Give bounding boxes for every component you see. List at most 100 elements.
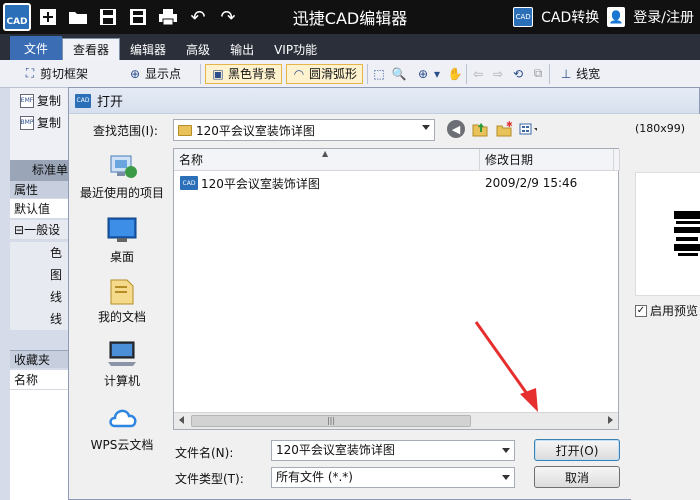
open-file-dialog: CAD 打开 查找范围(I): 120平会议室装饰详图 ◀ ✱ 最近使用的项目 bbox=[68, 87, 700, 500]
clip-frame-button[interactable]: ⛶ 剪切框架 bbox=[18, 64, 93, 84]
user-icon: 👤 bbox=[607, 7, 626, 27]
favorites-list bbox=[10, 390, 70, 500]
preview-image bbox=[635, 172, 700, 296]
cloud-icon bbox=[107, 404, 137, 432]
arrow-left-icon[interactable]: ⇦ bbox=[471, 67, 485, 81]
print-icon[interactable] bbox=[155, 4, 181, 30]
tab-output[interactable]: 输出 bbox=[220, 38, 264, 60]
checkmark-icon[interactable]: ✓ bbox=[635, 304, 647, 317]
documents-folder-icon bbox=[107, 276, 137, 305]
red-arrow-annotation bbox=[474, 321, 538, 412]
login-register-link[interactable]: 登录/注册 bbox=[633, 7, 694, 27]
scroll-right-icon[interactable] bbox=[608, 416, 613, 424]
cad-convert-icon: CAD bbox=[513, 7, 534, 27]
favorites-header: 收藏夹 bbox=[10, 350, 70, 368]
ribbon-divider bbox=[367, 63, 369, 84]
place-recent[interactable]: 最近使用的项目 bbox=[77, 152, 167, 201]
bmp-icon: BMP bbox=[20, 115, 34, 130]
svg-text:✱: ✱ bbox=[506, 121, 513, 129]
crosshair-icon: ⊕ bbox=[129, 66, 141, 81]
preview-size-label: (180x99) bbox=[635, 122, 686, 135]
look-in-label: 查找范围(I): bbox=[93, 124, 158, 138]
tab-advanced[interactable]: 高级 bbox=[176, 38, 220, 60]
show-points-button[interactable]: ⊕ 显示点 bbox=[123, 64, 186, 84]
property-row[interactable]: 线 bbox=[10, 286, 70, 308]
dialog-nav-toolbar: ◀ ✱ bbox=[447, 120, 537, 138]
sort-asc-icon: ▲ bbox=[322, 149, 329, 158]
place-computer[interactable]: 计算机 bbox=[77, 340, 167, 389]
redo-icon[interactable]: ↷ bbox=[215, 4, 241, 30]
tab-vip[interactable]: VIP功能 bbox=[264, 38, 327, 60]
place-desktop[interactable]: 桌面 bbox=[77, 216, 167, 265]
place-wps-cloud[interactable]: WPS云文档 bbox=[77, 404, 167, 453]
column-modified-date[interactable]: 修改日期 bbox=[480, 149, 614, 171]
pan-hand-icon[interactable]: ✋ bbox=[448, 67, 463, 81]
enable-preview-checkbox[interactable]: ✓ 启用预览 bbox=[635, 302, 698, 319]
file-row[interactable]: CAD 120平会议室装饰详图 2009/2/9 15:46 bbox=[174, 173, 618, 193]
place-documents[interactable]: 我的文档 bbox=[77, 276, 167, 325]
computer-icon bbox=[107, 340, 137, 368]
tab-editor[interactable]: 编辑器 bbox=[120, 38, 176, 60]
left-panel: 标准单 属性 默认值 ⊟一般设 色 图 线 线 收藏夹 名称 bbox=[0, 160, 70, 500]
scroll-thumb[interactable]: ||| bbox=[191, 415, 471, 427]
collapse-icon[interactable]: ⊟ bbox=[14, 223, 24, 237]
copy-view-icon[interactable]: ⧉ bbox=[531, 66, 545, 81]
left-ribbon-group: EMF 复制 BMP 复制 bbox=[10, 88, 70, 160]
cad-convert-link[interactable]: CAD转换 bbox=[541, 7, 599, 27]
file-name-cell: 120平会议室装饰详图 bbox=[201, 176, 320, 191]
look-in-select[interactable]: 120平会议室装饰详图 bbox=[173, 119, 435, 141]
copy-bmp-button[interactable]: BMP 复制 bbox=[20, 114, 61, 131]
column-extra[interactable] bbox=[614, 149, 620, 171]
app-logo-icon[interactable]: CAD bbox=[3, 3, 31, 31]
open-folder-icon[interactable] bbox=[65, 4, 91, 30]
horizontal-scrollbar[interactable]: ||| bbox=[174, 412, 618, 429]
recent-items-icon bbox=[107, 152, 137, 180]
back-icon[interactable]: ◀ bbox=[447, 120, 465, 138]
open-button[interactable]: 打开(O) bbox=[534, 439, 620, 461]
arrow-right-icon[interactable]: ⇨ bbox=[491, 67, 505, 81]
properties-header: 属性 bbox=[10, 180, 70, 198]
cancel-button[interactable]: 取消 bbox=[534, 466, 620, 488]
preview-panel: (180x99) ✓ 启用预览 bbox=[631, 114, 700, 500]
desktop-icon bbox=[107, 216, 137, 244]
file-list[interactable]: 名称 ▲ 修改日期 CAD 120平会议室装饰详图 2009/2/9 15:46… bbox=[173, 148, 620, 430]
up-folder-icon[interactable] bbox=[471, 120, 489, 138]
view-menu-icon[interactable] bbox=[519, 120, 537, 138]
chevron-down-icon[interactable] bbox=[502, 475, 510, 480]
save-as-icon[interactable] bbox=[125, 4, 151, 30]
ribbon-divider bbox=[200, 63, 202, 84]
property-row[interactable]: 色 bbox=[10, 242, 70, 264]
black-background-button[interactable]: ▣ 黑色背景 bbox=[205, 63, 283, 84]
menu-file[interactable]: 文件 bbox=[10, 36, 63, 60]
save-icon[interactable] bbox=[95, 4, 121, 30]
tab-viewer[interactable]: 查看器 bbox=[62, 38, 121, 60]
property-row[interactable]: 线 bbox=[10, 308, 70, 330]
file-type-select[interactable]: 所有文件 (*.*) bbox=[271, 467, 515, 488]
zoom-in-icon[interactable]: ⊕ bbox=[416, 67, 430, 81]
cad-icon: CAD bbox=[75, 93, 91, 108]
zoom-dropdown-icon[interactable]: ▾ bbox=[430, 67, 444, 81]
smooth-arc-button[interactable]: ◠ 圆滑弧形 bbox=[286, 63, 364, 84]
zoom-rect-icon[interactable]: 🔍 bbox=[392, 67, 407, 81]
new-file-icon[interactable] bbox=[35, 4, 61, 30]
scroll-left-icon[interactable] bbox=[179, 416, 184, 424]
chevron-down-icon[interactable] bbox=[502, 448, 510, 453]
title-bar: CAD ↶ ↷ 迅捷CAD编辑器 CAD CAD转换 👤 登录/注册 bbox=[0, 0, 700, 34]
property-row[interactable]: 图 bbox=[10, 264, 70, 286]
copy-emf-button[interactable]: EMF 复制 bbox=[20, 92, 61, 109]
line-width-button[interactable]: ⊥ 线宽 bbox=[554, 64, 605, 84]
column-name[interactable]: 名称 ▲ bbox=[174, 149, 480, 171]
ribbon-divider bbox=[466, 63, 468, 84]
undo-icon[interactable]: ↶ bbox=[185, 4, 211, 30]
refresh-icon[interactable]: ⟲ bbox=[511, 67, 525, 81]
line-width-icon: ⊥ bbox=[560, 66, 572, 81]
standard-label: 标准单 bbox=[10, 160, 70, 180]
file-name-input[interactable]: 120平会议室装饰详图 bbox=[271, 440, 515, 461]
default-value-row[interactable]: 默认值 bbox=[10, 199, 70, 219]
general-settings-row[interactable]: ⊟一般设 bbox=[10, 220, 70, 240]
zoom-window-icon[interactable]: ⬚ bbox=[372, 67, 386, 81]
file-date-cell: 2009/2/9 15:46 bbox=[485, 176, 578, 190]
new-folder-icon[interactable]: ✱ bbox=[495, 120, 513, 138]
ribbon-divider bbox=[549, 63, 551, 84]
favorites-name-column: 名称 bbox=[10, 370, 70, 390]
